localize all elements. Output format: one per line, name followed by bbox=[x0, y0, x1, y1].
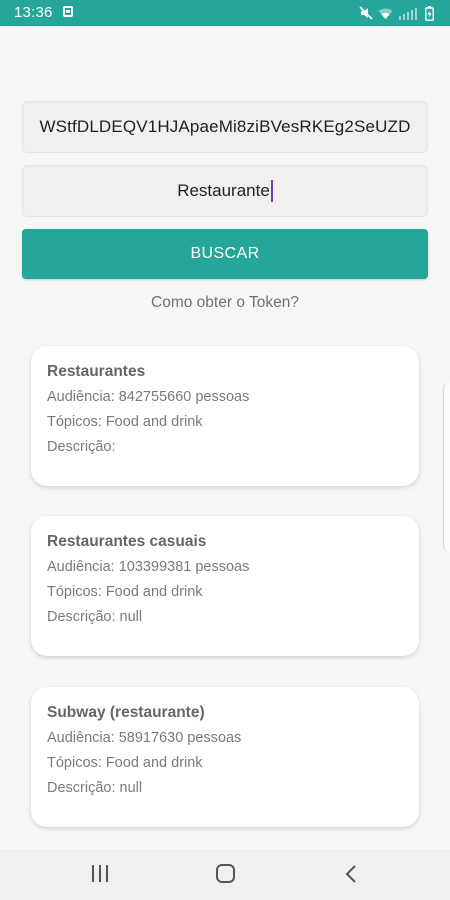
navigation-bar bbox=[0, 849, 450, 900]
notification-icon bbox=[63, 6, 73, 17]
result-card[interactable]: Subway (restaurante) Audiência: 58917630… bbox=[31, 687, 419, 827]
recent-apps-icon[interactable] bbox=[90, 865, 110, 883]
result-audience: Audiência: 842755660 pessoas bbox=[47, 389, 250, 405]
result-topics: Tópicos: Food and drink bbox=[47, 414, 203, 430]
home-icon[interactable] bbox=[216, 864, 235, 883]
search-input-value: Restaurante bbox=[177, 181, 270, 200]
wifi-icon bbox=[378, 7, 393, 20]
token-input-value: WStfDLDEQV1HJApaeMi8ziBVesRKEg2SeUZD bbox=[39, 117, 411, 136]
result-description: Descrição: null bbox=[47, 780, 143, 796]
mute-icon bbox=[359, 6, 373, 20]
result-title: Restaurantes casuais bbox=[47, 533, 207, 550]
token-help-link[interactable]: Como obter o Token? bbox=[0, 294, 450, 312]
result-description: Descrição: null bbox=[47, 609, 143, 625]
result-audience: Audiência: 103399381 pessoas bbox=[47, 559, 250, 575]
status-time: 13:36 bbox=[14, 4, 53, 21]
result-topics: Tópicos: Food and drink bbox=[47, 584, 203, 600]
search-button[interactable]: BUSCAR bbox=[22, 229, 428, 279]
text-caret bbox=[270, 180, 273, 202]
result-topics: Tópicos: Food and drink bbox=[47, 755, 203, 771]
search-button-label: BUSCAR bbox=[190, 245, 260, 262]
result-card[interactable]: Restaurantes casuais Audiência: 10339938… bbox=[31, 516, 419, 656]
token-input[interactable]: WStfDLDEQV1HJApaeMi8ziBVesRKEg2SeUZD bbox=[22, 101, 428, 153]
result-audience: Audiência: 58917630 pessoas bbox=[47, 730, 242, 746]
search-input[interactable]: Restaurante bbox=[22, 165, 428, 217]
status-bar: 13:36 bbox=[0, 0, 450, 26]
result-card[interactable]: Restaurantes Audiência: 842755660 pessoa… bbox=[31, 346, 419, 486]
signal-icon bbox=[398, 7, 420, 20]
result-title: Subway (restaurante) bbox=[47, 704, 205, 721]
status-icons bbox=[359, 4, 434, 22]
back-icon[interactable] bbox=[343, 864, 359, 884]
result-description: Descrição: bbox=[47, 439, 116, 455]
battery-icon bbox=[425, 5, 434, 21]
edge-panel-handle[interactable] bbox=[443, 382, 450, 552]
result-title: Restaurantes bbox=[47, 363, 146, 380]
